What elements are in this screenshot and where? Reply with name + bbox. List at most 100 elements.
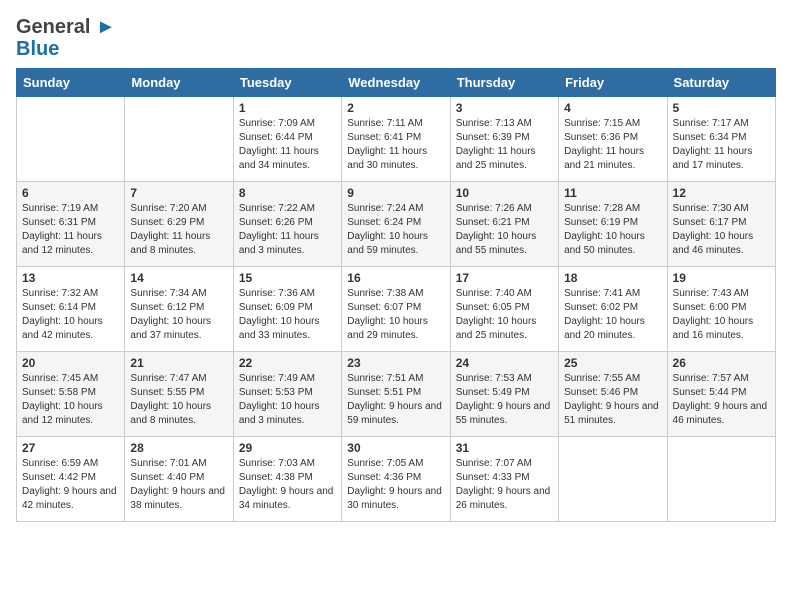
day-info: Sunrise: 7:26 AM Sunset: 6:21 PM Dayligh…	[456, 202, 553, 258]
week-row-3: 13Sunrise: 7:32 AM Sunset: 6:14 PM Dayli…	[17, 267, 776, 352]
day-cell: 1Sunrise: 7:09 AM Sunset: 6:44 PM Daylig…	[233, 97, 341, 182]
day-number: 14	[130, 271, 227, 285]
day-info: Sunrise: 7:43 AM Sunset: 6:00 PM Dayligh…	[673, 287, 770, 343]
day-number: 11	[564, 186, 661, 200]
day-number: 31	[456, 441, 553, 455]
day-cell: 17Sunrise: 7:40 AM Sunset: 6:05 PM Dayli…	[450, 267, 558, 352]
day-number: 6	[22, 186, 119, 200]
day-cell	[559, 437, 667, 522]
day-info: Sunrise: 7:47 AM Sunset: 5:55 PM Dayligh…	[130, 372, 227, 428]
day-number: 1	[239, 101, 336, 115]
week-row-4: 20Sunrise: 7:45 AM Sunset: 5:58 PM Dayli…	[17, 352, 776, 437]
day-number: 25	[564, 356, 661, 370]
weekday-header-thursday: Thursday	[450, 69, 558, 97]
day-info: Sunrise: 7:28 AM Sunset: 6:19 PM Dayligh…	[564, 202, 661, 258]
day-cell: 30 Sunrise: 7:05 AM Sunset: 4:36 PM Dayli…	[342, 437, 450, 522]
logo-line1: General ►	[16, 16, 116, 38]
logo: General ► Blue	[16, 16, 116, 60]
day-number: 27	[22, 441, 119, 455]
day-info: Sunrise: 7:07 AM Sunset: 4:33 PM Dayligh…	[456, 457, 553, 513]
day-cell: 9Sunrise: 7:24 AM Sunset: 6:24 PM Daylig…	[342, 182, 450, 267]
day-number: 7	[130, 186, 227, 200]
week-row-1: 1Sunrise: 7:09 AM Sunset: 6:44 PM Daylig…	[17, 97, 776, 182]
weekday-header-tuesday: Tuesday	[233, 69, 341, 97]
page-header: General ► Blue	[16, 16, 776, 60]
day-number: 21	[130, 356, 227, 370]
day-number: 16	[347, 271, 444, 285]
day-cell: 3 Sunrise: 7:13 AM Sunset: 6:39 PM Daylig…	[450, 97, 558, 182]
day-number: 2	[347, 101, 444, 115]
day-info: Sunrise: 7:36 AM Sunset: 6:09 PM Dayligh…	[239, 287, 336, 343]
day-cell: 24Sunrise: 7:53 AM Sunset: 5:49 PM Dayli…	[450, 352, 558, 437]
day-info: Sunrise: 7:05 AM Sunset: 4:36 PM Dayligh…	[347, 457, 444, 513]
day-cell: 13Sunrise: 7:32 AM Sunset: 6:14 PM Dayli…	[17, 267, 125, 352]
day-cell: 25Sunrise: 7:55 AM Sunset: 5:46 PM Dayli…	[559, 352, 667, 437]
day-number: 22	[239, 356, 336, 370]
weekday-header-saturday: Saturday	[667, 69, 775, 97]
day-info: Sunrise: 7:57 AM Sunset: 5:44 PM Dayligh…	[673, 372, 770, 428]
day-number: 15	[239, 271, 336, 285]
day-info: Sunrise: 7:34 AM Sunset: 6:12 PM Dayligh…	[130, 287, 227, 343]
day-cell: 26 Sunrise: 7:57 AM Sunset: 5:44 PM Dayli…	[667, 352, 775, 437]
day-number: 28	[130, 441, 227, 455]
day-cell: 20Sunrise: 7:45 AM Sunset: 5:58 PM Dayli…	[17, 352, 125, 437]
day-number: 12	[673, 186, 770, 200]
day-info: Sunrise: 7:13 AM Sunset: 6:39 PM Dayligh…	[456, 117, 553, 173]
day-number: 3	[456, 101, 553, 115]
day-number: 5	[673, 101, 770, 115]
day-info: Sunrise: 7:30 AM Sunset: 6:17 PM Dayligh…	[673, 202, 770, 258]
day-info: Sunrise: 7:49 AM Sunset: 5:53 PM Dayligh…	[239, 372, 336, 428]
calendar-table: SundayMondayTuesdayWednesdayThursdayFrid…	[16, 68, 776, 522]
day-number: 26	[673, 356, 770, 370]
day-cell: 27 Sunrise: 6:59 AM Sunset: 4:42 PM Dayli…	[17, 437, 125, 522]
day-number: 8	[239, 186, 336, 200]
day-number: 19	[673, 271, 770, 285]
day-info: Sunrise: 7:24 AM Sunset: 6:24 PM Dayligh…	[347, 202, 444, 258]
day-cell: 15 Sunrise: 7:36 AM Sunset: 6:09 PM Dayli…	[233, 267, 341, 352]
weekday-header-row: SundayMondayTuesdayWednesdayThursdayFrid…	[17, 69, 776, 97]
day-number: 20	[22, 356, 119, 370]
day-cell: 7 Sunrise: 7:20 AM Sunset: 6:29 PM Daylig…	[125, 182, 233, 267]
day-info: Sunrise: 7:11 AM Sunset: 6:41 PM Dayligh…	[347, 117, 444, 173]
day-info: Sunrise: 7:19 AM Sunset: 6:31 PM Dayligh…	[22, 202, 119, 258]
day-cell	[17, 97, 125, 182]
day-cell: 16 Sunrise: 7:38 AM Sunset: 6:07 PM Dayli…	[342, 267, 450, 352]
day-info: Sunrise: 7:20 AM Sunset: 6:29 PM Dayligh…	[130, 202, 227, 258]
day-info: Sunrise: 6:59 AM Sunset: 4:42 PM Dayligh…	[22, 457, 119, 513]
day-cell: 10 Sunrise: 7:26 AM Sunset: 6:21 PM Dayli…	[450, 182, 558, 267]
day-info: Sunrise: 7:01 AM Sunset: 4:40 PM Dayligh…	[130, 457, 227, 513]
day-cell: 5 Sunrise: 7:17 AM Sunset: 6:34 PM Daylig…	[667, 97, 775, 182]
weekday-header-monday: Monday	[125, 69, 233, 97]
day-cell: 18Sunrise: 7:41 AM Sunset: 6:02 PM Dayli…	[559, 267, 667, 352]
day-cell: 28 Sunrise: 7:01 AM Sunset: 4:40 PM Dayli…	[125, 437, 233, 522]
day-cell: 29 Sunrise: 7:03 AM Sunset: 4:38 PM Dayli…	[233, 437, 341, 522]
day-info: Sunrise: 7:22 AM Sunset: 6:26 PM Dayligh…	[239, 202, 336, 258]
day-cell: 19 Sunrise: 7:43 AM Sunset: 6:00 PM Dayli…	[667, 267, 775, 352]
day-number: 23	[347, 356, 444, 370]
logo-line2: Blue	[16, 38, 116, 60]
day-info: Sunrise: 7:51 AM Sunset: 5:51 PM Dayligh…	[347, 372, 444, 428]
day-cell: 11 Sunrise: 7:28 AM Sunset: 6:19 PM Dayli…	[559, 182, 667, 267]
day-number: 17	[456, 271, 553, 285]
day-info: Sunrise: 7:53 AM Sunset: 5:49 PM Dayligh…	[456, 372, 553, 428]
day-info: Sunrise: 7:15 AM Sunset: 6:36 PM Dayligh…	[564, 117, 661, 173]
day-info: Sunrise: 7:41 AM Sunset: 6:02 PM Dayligh…	[564, 287, 661, 343]
day-cell: 8 Sunrise: 7:22 AM Sunset: 6:26 PM Daylig…	[233, 182, 341, 267]
day-number: 29	[239, 441, 336, 455]
week-row-2: 6 Sunrise: 7:19 AM Sunset: 6:31 PM Daylig…	[17, 182, 776, 267]
day-cell: 4 Sunrise: 7:15 AM Sunset: 6:36 PM Daylig…	[559, 97, 667, 182]
day-number: 10	[456, 186, 553, 200]
day-cell: 12 Sunrise: 7:30 AM Sunset: 6:17 PM Dayli…	[667, 182, 775, 267]
day-info: Sunrise: 7:17 AM Sunset: 6:34 PM Dayligh…	[673, 117, 770, 173]
day-number: 30	[347, 441, 444, 455]
weekday-header-friday: Friday	[559, 69, 667, 97]
day-cell: 6 Sunrise: 7:19 AM Sunset: 6:31 PM Daylig…	[17, 182, 125, 267]
day-info: Sunrise: 7:38 AM Sunset: 6:07 PM Dayligh…	[347, 287, 444, 343]
day-cell: 31 Sunrise: 7:07 AM Sunset: 4:33 PM Dayli…	[450, 437, 558, 522]
day-cell: 2 Sunrise: 7:11 AM Sunset: 6:41 PM Daylig…	[342, 97, 450, 182]
day-cell: 22 Sunrise: 7:49 AM Sunset: 5:53 PM Dayli…	[233, 352, 341, 437]
day-info: Sunrise: 7:03 AM Sunset: 4:38 PM Dayligh…	[239, 457, 336, 513]
day-number: 4	[564, 101, 661, 115]
day-cell	[125, 97, 233, 182]
day-cell	[667, 437, 775, 522]
